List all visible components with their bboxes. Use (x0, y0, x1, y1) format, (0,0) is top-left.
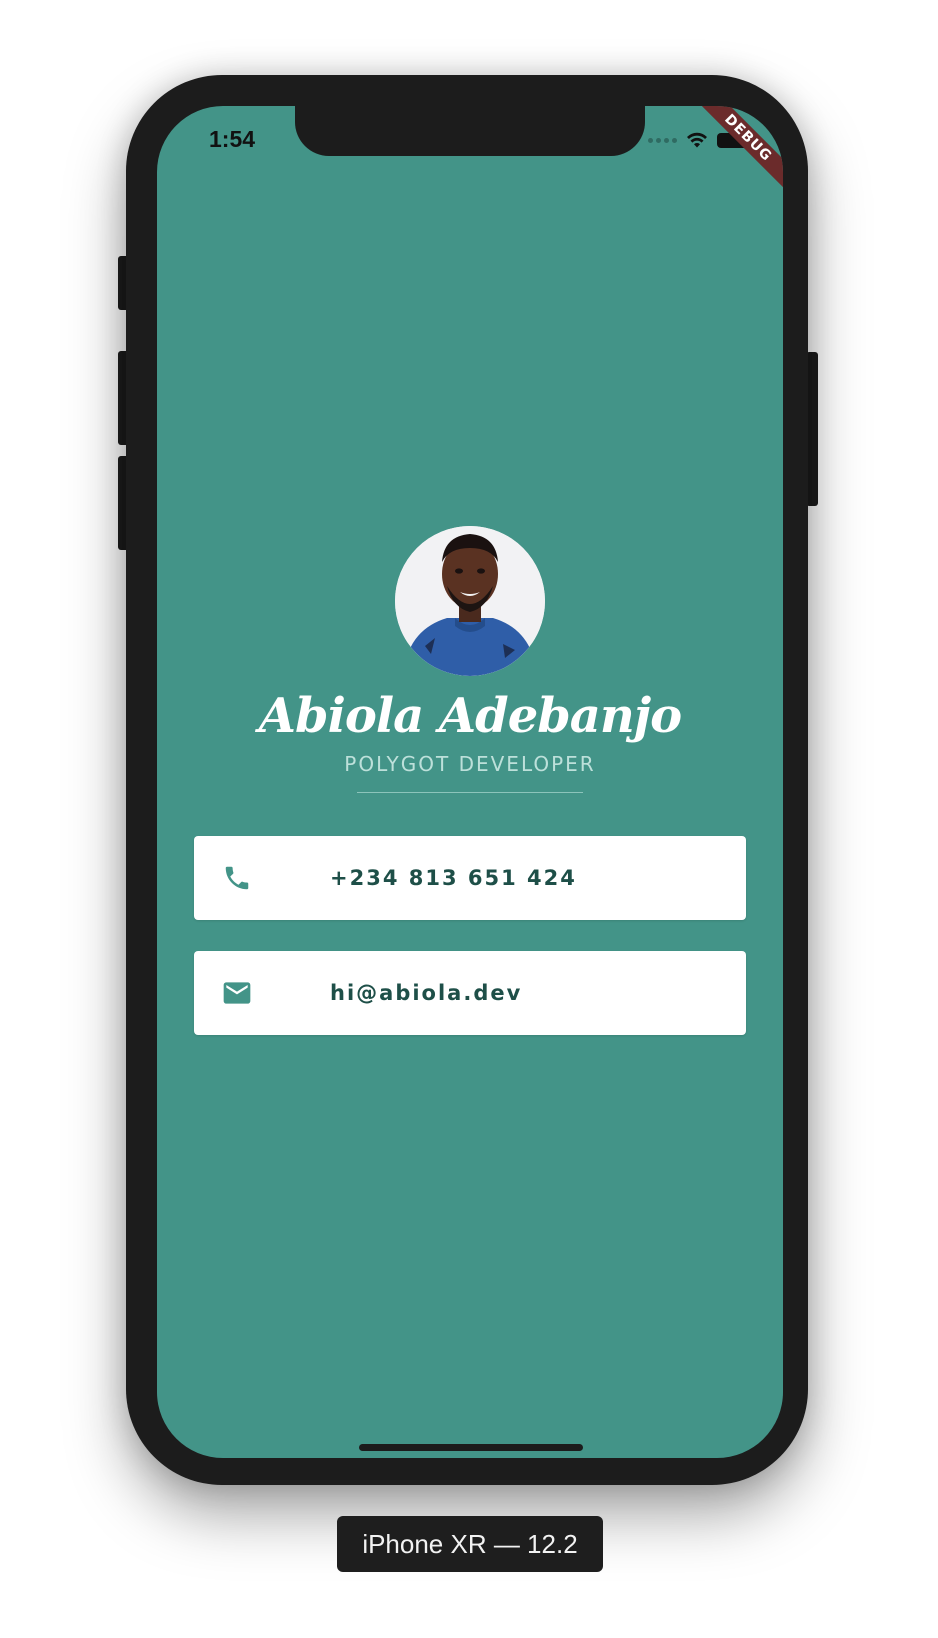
profile-title: POLYGOT DEVELOPER (344, 752, 596, 776)
notch (295, 106, 645, 156)
avatar-photo (395, 526, 545, 676)
signal-icon (648, 137, 677, 143)
phone-number: +234 813 651 424 (330, 866, 577, 890)
profile-section: Abiola Adebanjo POLYGOT DEVELOPER (157, 526, 783, 793)
mail-icon (220, 976, 254, 1010)
email-card[interactable]: hi@abiola.dev (194, 951, 746, 1035)
email-address: hi@abiola.dev (330, 981, 523, 1005)
simulator-stage: 1:54 DEBUG Abiola Adebanjo POLYGOT DEVEL… (0, 0, 938, 1638)
status-time: 1:54 (209, 126, 256, 152)
avatar (395, 526, 545, 676)
profile-name: Abiola Adebanjo (258, 688, 682, 744)
wifi-icon (687, 132, 707, 148)
app-screen: 1:54 DEBUG Abiola Adebanjo POLYGOT DEVEL… (157, 106, 783, 1458)
device-label: iPhone XR — 12.2 (337, 1516, 603, 1572)
divider (357, 792, 583, 793)
phone-icon (220, 861, 254, 895)
phone-card[interactable]: +234 813 651 424 (194, 836, 746, 920)
home-indicator[interactable] (359, 1444, 583, 1451)
